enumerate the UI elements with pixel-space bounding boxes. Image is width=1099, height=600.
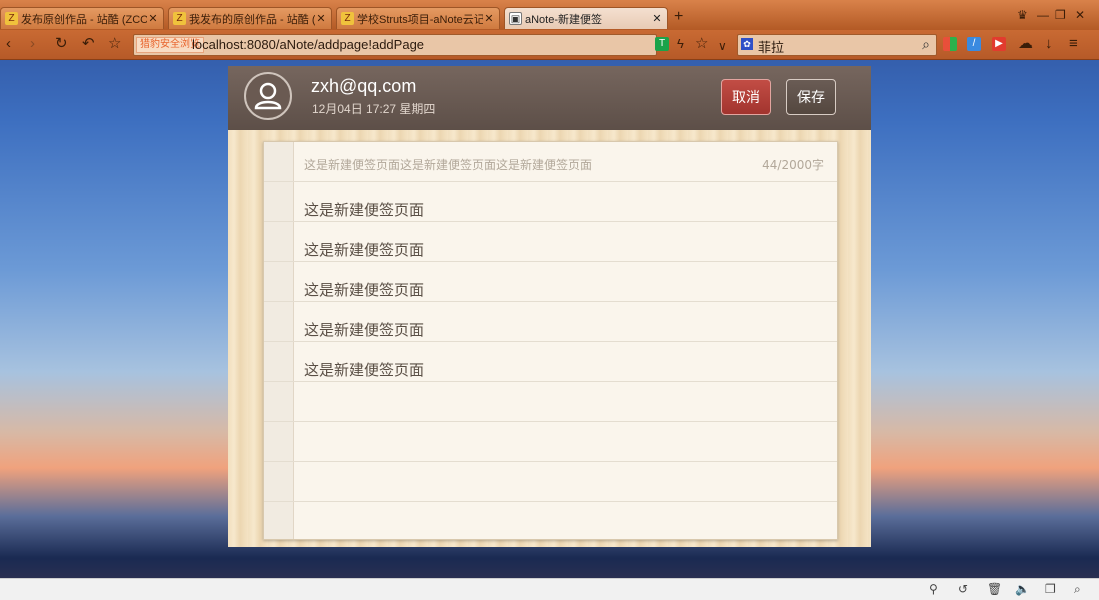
volume-icon[interactable]: 🔈 [1015, 582, 1030, 596]
zoom-icon[interactable]: ⌕ [1074, 582, 1081, 597]
tab-zcool-publish[interactable]: Z 发布原创作品 - 站酷 (ZCOOL ✕ [0, 7, 164, 29]
note-datetime: 12月04日 17:27 星期四 [312, 102, 436, 116]
skin-icon[interactable]: ♛ [1017, 8, 1028, 22]
user-icon [254, 82, 282, 110]
maximize-icon[interactable]: ❐ [1055, 8, 1066, 22]
dropdown-chevron-icon[interactable]: ∨ [718, 38, 727, 54]
video-ext-icon[interactable]: ▶ [992, 37, 1006, 51]
shield-icon[interactable]: T [655, 37, 669, 51]
notes-ext-icon[interactable]: / [967, 37, 981, 51]
search-box[interactable]: ✿ 菲拉 ⌕ [737, 34, 937, 56]
tab-title: 我发布的原创作品 - 站酷 (ZC [189, 13, 315, 26]
note-paper[interactable]: 这是新建便签页面这是新建便签页面这是新建便签页面 44/2000字 这是新建便签… [263, 141, 838, 540]
download-icon[interactable]: ↓ [1045, 36, 1053, 52]
undo-close-icon[interactable]: ↶ [82, 36, 95, 52]
ruled-line [264, 501, 837, 502]
minimize-icon[interactable]: — [1037, 8, 1049, 22]
close-window-icon[interactable]: ✕ [1075, 8, 1085, 22]
cloud-icon[interactable]: ☁ [1018, 36, 1033, 52]
note-text-line[interactable]: 这是新建便签页面 [304, 359, 424, 380]
address-bar[interactable]: 猎豹安全浏览 localhost:8080/aNote/addpage!addP… [133, 34, 657, 56]
user-email: zxh@qq.com [311, 76, 417, 96]
browser-status-bar: ⚲ ↺ 🗑 🔈 ❐ ⌕ [0, 578, 1099, 600]
ruled-line [264, 301, 837, 302]
search-query[interactable]: 菲拉 [758, 37, 784, 56]
reload-icon[interactable]: ↻ [55, 36, 68, 52]
note-preview: 这是新建便签页面这是新建便签页面这是新建便签页面 [304, 158, 593, 172]
trash-icon[interactable]: 🗑 [987, 582, 1002, 596]
menu-icon[interactable]: ≡ [1069, 36, 1078, 52]
browser-tab-strip: Z 发布原创作品 - 站酷 (ZCOOL ✕ Z 我发布的原创作品 - 站酷 (… [0, 0, 1099, 30]
editor-header: zxh@qq.com 12月04日 17:27 星期四 取消 保存 [228, 66, 871, 130]
note-text-line[interactable]: 这是新建便签页面 [304, 199, 424, 220]
apps-icon[interactable] [943, 37, 957, 51]
close-tab-icon[interactable]: ✕ [483, 12, 495, 25]
tab-zcool-my-works[interactable]: Z 我发布的原创作品 - 站酷 (ZC ✕ [168, 7, 332, 29]
pin-icon[interactable]: ⚲ [929, 582, 938, 596]
bookmark-star-icon[interactable]: ☆ [108, 36, 121, 52]
back-icon[interactable]: ‹ [6, 36, 11, 52]
tab-anote-new[interactable]: ▣ aNote-新建便签 ✕ [504, 7, 668, 29]
ruled-line [264, 181, 837, 182]
tab-title: 学校Struts项目-aNote云记事 [357, 13, 483, 26]
save-button[interactable]: 保存 [786, 79, 836, 115]
ruled-line [264, 341, 837, 342]
cancel-button[interactable]: 取消 [721, 79, 771, 115]
ruled-line [264, 261, 837, 262]
new-tab-button[interactable]: + [674, 8, 683, 26]
avatar[interactable] [244, 72, 292, 120]
zcool-favicon-icon: Z [341, 12, 354, 25]
ruled-line [264, 381, 837, 382]
url-text[interactable]: localhost:8080/aNote/addpage!addPage [192, 37, 424, 52]
zcool-favicon-icon: Z [173, 12, 186, 25]
browser-toolbar: ‹ › ↻ ↶ ☆ 猎豹安全浏览 localhost:8080/aNote/ad… [0, 30, 1099, 60]
window-icon[interactable]: ❐ [1045, 582, 1056, 596]
lightning-icon[interactable]: ϟ [677, 36, 684, 52]
note-text-line[interactable]: 这是新建便签页面 [304, 279, 424, 300]
ruled-line [264, 421, 837, 422]
note-text-line[interactable]: 这是新建便签页面 [304, 319, 424, 340]
refresh-circle-icon[interactable]: ↺ [958, 582, 968, 596]
paw-icon: ✿ [741, 38, 753, 50]
favorite-star-icon[interactable]: ☆ [695, 36, 708, 52]
search-icon[interactable]: ⌕ [922, 36, 930, 53]
tab-struts-project[interactable]: Z 学校Struts项目-aNote云记事 ✕ [336, 7, 500, 29]
page-favicon-icon: ▣ [509, 12, 522, 25]
note-text-line[interactable]: 这是新建便签页面 [304, 239, 424, 260]
close-tab-icon[interactable]: ✕ [651, 12, 663, 25]
char-counter: 44/2000字 [762, 158, 824, 172]
forward-icon[interactable]: › [30, 36, 35, 52]
ruled-line [264, 221, 837, 222]
close-tab-icon[interactable]: ✕ [315, 12, 327, 25]
tab-title: 发布原创作品 - 站酷 (ZCOOL [21, 13, 147, 26]
zcool-favicon-icon: Z [5, 12, 18, 25]
note-editor-card: zxh@qq.com 12月04日 17:27 星期四 取消 保存 这是新建便签… [228, 66, 871, 547]
close-tab-icon[interactable]: ✕ [147, 12, 159, 25]
tab-title: aNote-新建便签 [525, 13, 603, 26]
ruled-line [264, 461, 837, 462]
